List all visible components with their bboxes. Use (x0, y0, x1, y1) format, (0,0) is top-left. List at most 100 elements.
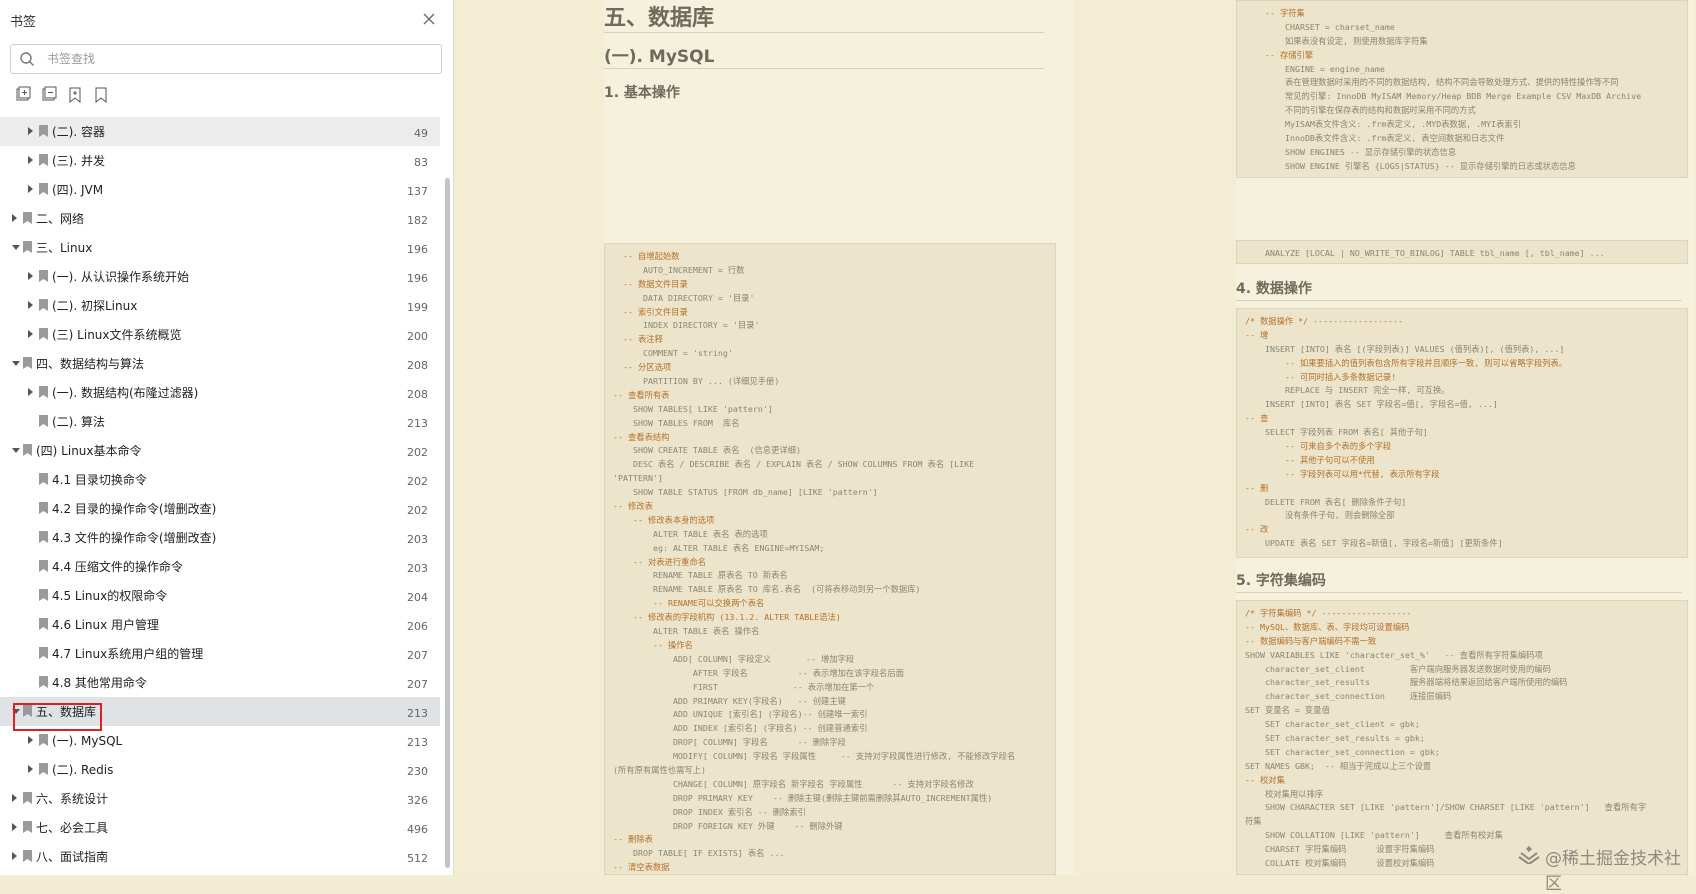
bookmark-item[interactable]: 4.7 Linux系统用户组的管理 207 (0, 639, 440, 668)
bookmark-item[interactable]: 4.4 压缩文件的操作命令 203 (0, 552, 440, 581)
bookmark-label: 4.8 其他常用命令 (52, 676, 147, 690)
bookmark-item[interactable]: (四) Linux基本命令 202 (0, 436, 440, 465)
collapse-all-icon[interactable] (40, 86, 58, 104)
bookmark-item[interactable]: (二). 容器 49 (0, 117, 440, 146)
code-line: 常见的引擎: InnoDB MyISAM Memory/Heap BDB Mer… (1245, 91, 1642, 102)
bookmark-item[interactable]: 4.6 Linux 用户管理 206 (0, 610, 440, 639)
code-line: RENAME TABLE 原表名 TO 新表名 (613, 570, 788, 581)
bookmark-item[interactable]: (二). 算法 213 (0, 407, 440, 436)
code-block-table-ops: -- 自增起始数 AUTO_INCREMENT = 行数 -- 数据文件目录 D… (604, 243, 1056, 875)
code-line: -- 表注释 (613, 334, 663, 345)
bookmark-item[interactable]: 六、系统设计 326 (0, 784, 440, 813)
code-block-data-ops: /* 数据操作 */ ------------------ -- 增 INSERT… (1236, 308, 1688, 558)
sidebar-scrollbar[interactable] (445, 178, 450, 868)
code-line: MyISAM表文件含义: .frm表定义, .MYD表数据, .MYI表索引 (1245, 119, 1522, 130)
bookmark-item[interactable]: 4.2 目录的操作命令(增删改查) 202 (0, 494, 440, 523)
code-line: SHOW VARIABLES LIKE 'character_set_%' --… (1245, 649, 1543, 660)
bookmark-label: 4.1 目录切换命令 (52, 473, 147, 487)
caret-right-icon[interactable] (28, 185, 33, 193)
caret-right-icon[interactable] (28, 272, 33, 280)
bookmark-label: 4.5 Linux的权限命令 (52, 589, 168, 603)
bookmark-item[interactable]: 4.8 其他常用命令 207 (0, 668, 440, 697)
caret-right-icon[interactable] (12, 852, 17, 860)
caret-right-icon[interactable] (12, 214, 17, 222)
bookmark-icon (23, 705, 32, 717)
bookmark-item[interactable]: 三、Linux 196 (0, 233, 440, 262)
code-line: -- 校对集 (1245, 774, 1285, 785)
heading-mysql: (一). MySQL (604, 47, 715, 67)
bookmark-label: 4.3 文件的操作命令(增删改查) (52, 531, 217, 545)
code-line: FIRST -- 表示增加在第一个 (613, 681, 875, 692)
bookmark-search-input[interactable] (45, 48, 429, 70)
caret-down-icon[interactable] (12, 245, 20, 250)
bookmark-page-number: 200 (407, 330, 428, 343)
bookmark-item[interactable]: 八、面试指南 512 (0, 842, 440, 871)
caret-right-icon[interactable] (28, 388, 33, 396)
heading-data-ops: 4. 数据操作 (1236, 281, 1312, 297)
caret-right-icon[interactable] (28, 330, 33, 338)
caret-down-icon[interactable] (12, 709, 20, 714)
bookmark-page-number: 208 (407, 359, 428, 372)
bookmark-page-number: 496 (407, 823, 428, 836)
caret-right-icon[interactable] (28, 765, 33, 773)
bookmark-icon (39, 763, 48, 775)
bookmark-item[interactable]: 五、数据库 213 (0, 697, 440, 726)
bookmark-sidebar: 书签 (二). 容器 49 (三). 并发 83 (四). JVM 137 二、网络 182 三… (0, 0, 454, 875)
divider (604, 68, 1044, 69)
bookmark-item[interactable]: (三). 并发 83 (0, 146, 440, 175)
caret-right-icon[interactable] (28, 127, 33, 135)
bookmark-label: (四) Linux基本命令 (36, 444, 142, 458)
close-icon[interactable] (420, 10, 438, 28)
bookmark-label: 4.7 Linux系统用户组的管理 (52, 647, 204, 661)
code-line: -- 对表进行重命名 (613, 556, 707, 567)
code-line: 如果表没有设定, 则使用数据库字符集 (1245, 35, 1428, 46)
bookmark-item[interactable]: 四、数据结构与算法 208 (0, 349, 440, 378)
bookmark-item[interactable]: (二). 初探Linux 199 (0, 291, 440, 320)
add-bookmark-icon[interactable] (66, 86, 84, 104)
bookmark-icon (39, 270, 48, 282)
bookmark-item[interactable]: 4.5 Linux的权限命令 204 (0, 581, 440, 610)
code-line: -- 可同时插入多条数据记录! (1245, 371, 1397, 382)
code-line: (所有原有属性也需写上) (613, 764, 706, 775)
bookmark-item[interactable]: (一). 数据结构(布隆过滤器) 208 (0, 378, 440, 407)
caret-down-icon[interactable] (12, 361, 20, 366)
code-line: -- 删 (1245, 482, 1269, 493)
caret-right-icon[interactable] (28, 156, 33, 164)
bookmark-item[interactable]: 二、网络 182 (0, 204, 440, 233)
bookmark-item[interactable]: 七、必会工具 496 (0, 813, 440, 842)
bookmark-label: (二). 容器 (52, 125, 105, 139)
code-line: -- 字符集 (1245, 8, 1305, 18)
caret-right-icon[interactable] (12, 823, 17, 831)
bookmark-label: 4.2 目录的操作命令(增删改查) (52, 502, 217, 516)
code-line: -- 分区选项 (613, 362, 672, 373)
code-line: SET character_set_connection = gbk; (1245, 746, 1440, 757)
bookmark-item[interactable]: (一). MySQL 213 (0, 726, 440, 755)
bookmark-item[interactable]: (三) Linux文件系统概览 200 (0, 320, 440, 349)
bookmark-item[interactable]: (四). JVM 137 (0, 175, 440, 204)
bookmark-search-box[interactable] (10, 44, 442, 74)
expand-all-icon[interactable] (14, 86, 32, 104)
code-line: -- 如果要插入的值列表包含所有字段并且顺序一致, 则可以省略字段列表。 (1245, 357, 1568, 368)
code-line: DESC 表名 / DESCRIBE 表名 / EXPLAIN 表名 / SHO… (613, 459, 975, 470)
bookmark-icon (39, 125, 48, 137)
bookmark-item[interactable]: (二). Redis 230 (0, 755, 440, 784)
code-line: 校对集用以排序 (1245, 788, 1324, 799)
code-line: /* 数据操作 */ ------------------ (1245, 316, 1404, 326)
bookmark-item[interactable]: 4.1 目录切换命令 202 (0, 465, 440, 494)
bookmark-icon[interactable] (92, 86, 110, 104)
caret-down-icon[interactable] (12, 448, 20, 453)
code-line: DATA DIRECTORY = '目录' (613, 292, 755, 303)
bookmark-page-number: 208 (407, 388, 428, 401)
bookmark-icon (39, 502, 48, 514)
code-line: DELETE FROM 表名[ 删除条件子句] (1245, 496, 1407, 507)
caret-right-icon[interactable] (28, 301, 33, 309)
bookmark-page-number: 202 (407, 504, 428, 517)
bookmark-item[interactable]: (一). 从认识操作系统开始 196 (0, 262, 440, 291)
sidebar-title: 书签 (10, 15, 37, 30)
bookmark-page-number: 206 (407, 620, 428, 633)
code-line: -- 增 (1245, 329, 1269, 340)
caret-right-icon[interactable] (28, 736, 33, 744)
caret-right-icon[interactable] (12, 794, 17, 802)
bookmark-item[interactable]: 4.3 文件的操作命令(增删改查) 203 (0, 523, 440, 552)
code-line: ADD[ COLUMN] 字段定义 -- 增加字段 (613, 653, 855, 664)
